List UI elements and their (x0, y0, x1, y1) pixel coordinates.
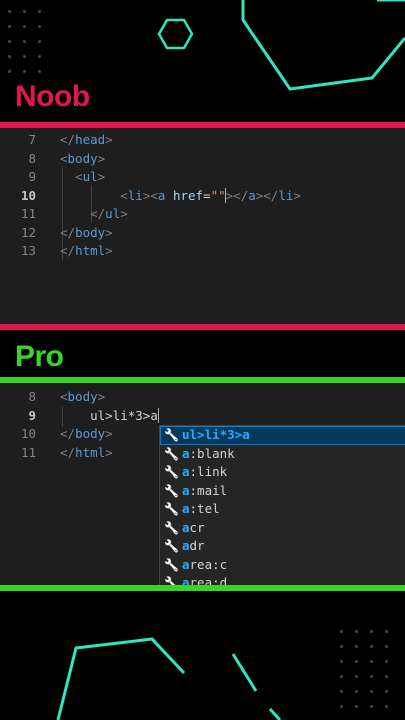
line-number: 11 (20, 206, 36, 221)
decorative-dot (355, 675, 358, 678)
decorative-dot (8, 40, 11, 43)
decorative-dot (23, 25, 26, 28)
suggestion-rest: :mail (189, 482, 228, 498)
suggestion-rest: :blank (189, 445, 235, 461)
decorative-dot (340, 630, 343, 633)
wrench-icon: 🔧 (164, 502, 179, 516)
decorative-dot (38, 40, 41, 43)
suggestion-match: a (182, 445, 190, 461)
decorative-dot (8, 10, 11, 13)
decorative-dot (355, 630, 358, 633)
decorative-dot (38, 55, 41, 58)
decorative-dot (8, 70, 11, 73)
code-line-current: <li><a href=""></a></li> (120, 187, 301, 203)
suggestion-list[interactable]: 🔧 ul>li*3>a 🔧 a:blank 🔧 a:link 🔧 a:mail 🔧 a:tel 🔧 a… (159, 425, 405, 587)
line-number: 10 (20, 426, 36, 441)
wrench-icon: 🔧 (164, 465, 179, 479)
line-number: 10 (20, 187, 36, 203)
suggestion-match: a (182, 519, 190, 535)
wrench-icon: 🔧 (164, 557, 179, 572)
line-number: 9 (28, 407, 36, 423)
decorative-dot (340, 660, 343, 663)
code-line: </body> (60, 224, 113, 240)
decorative-dot (370, 705, 373, 708)
wrench-icon: 🔧 (164, 428, 179, 442)
line-number: 8 (28, 150, 36, 166)
code-line: </head> (60, 132, 113, 147)
code-line: </ul> (90, 206, 128, 221)
suggestion-item[interactable]: 🔧 adr (160, 537, 405, 556)
noob-bottom-bar (0, 324, 405, 330)
suggestion-match: a (182, 482, 190, 498)
decorative-dot (38, 25, 41, 28)
decorative-dot (385, 705, 388, 708)
suggestion-item[interactable]: 🔧 area:c (160, 556, 405, 575)
suggestion-item[interactable]: 🔧 a:link (160, 463, 405, 482)
decorative-dot (370, 630, 373, 633)
line-number: 9 (28, 169, 36, 184)
suggestion-item[interactable]: 🔧 a:mail (160, 482, 405, 501)
noob-editor[interactable]: 7 8 9 10 11 12 13 </head> <body> <ul> <li><a h… (0, 128, 405, 324)
suggestion-rest: rea:c (189, 556, 228, 572)
decorative-dot (340, 690, 343, 693)
code-line: </html> (60, 243, 113, 258)
decorative-dot (355, 705, 358, 708)
code-line: <body> (60, 150, 106, 166)
line-number: 13 (20, 243, 36, 258)
line-number: 7 (28, 132, 36, 147)
line-number: 8 (28, 389, 36, 404)
noob-label: Noob (15, 80, 90, 113)
code-line: <body> (60, 389, 106, 404)
wrench-icon: 🔧 (164, 483, 179, 498)
suggestion-item[interactable]: 🔧 a:blank (160, 445, 405, 464)
decorative-hexagon-bottom (56, 637, 282, 720)
decorative-dot (23, 70, 26, 73)
decorative-dot (385, 675, 388, 678)
decorative-dot (370, 675, 373, 678)
decorative-dot (38, 10, 41, 13)
suggestion-match: a (182, 538, 190, 553)
wrench-icon: 🔧 (164, 520, 179, 535)
decorative-dot (340, 705, 343, 708)
typed-abbreviation: ul>li*3>a (90, 407, 158, 423)
suggestion-rest: :tel (189, 501, 220, 516)
decorative-dot (370, 645, 373, 648)
suggestion-match: a (182, 556, 190, 572)
suggestion-item[interactable]: 🔧 ul>li*3>a (160, 426, 405, 445)
code-line-current: ul>li*3>a (60, 407, 159, 423)
code-line: </body> (60, 426, 113, 441)
decorative-dot (385, 645, 388, 648)
decorative-dot (385, 660, 388, 663)
decorative-dot (38, 70, 41, 73)
decorative-dot (370, 660, 373, 663)
suggestion-item[interactable]: 🔧 acr (160, 519, 405, 538)
suggestion-match: a (182, 501, 190, 516)
pro-label: Pro (15, 340, 64, 373)
suggestion-match: a (182, 464, 190, 479)
decorative-dot (355, 690, 358, 693)
decorative-dot (370, 690, 373, 693)
wrench-icon: 🔧 (164, 446, 179, 461)
suggestion-rest: cr (189, 519, 205, 535)
decorative-dot (340, 675, 343, 678)
decorative-dot (8, 55, 11, 58)
code-line: <ul> (75, 169, 106, 184)
decorative-dot (23, 55, 26, 58)
decorative-dot (8, 25, 11, 28)
suggestion-rest: dr (189, 538, 205, 553)
decorative-dot (355, 660, 358, 663)
decorative-dot (355, 645, 358, 648)
suggestion-match: ul>li*3>a (182, 427, 250, 442)
line-number: 12 (20, 224, 36, 240)
decorative-dot (385, 690, 388, 693)
decorative-dot (340, 645, 343, 648)
decorative-dot (23, 40, 26, 43)
suggestion-item[interactable]: 🔧 a:tel (160, 500, 405, 519)
suggestion-rest: :link (189, 464, 228, 479)
line-number: 11 (20, 444, 36, 460)
code-line: </html> (60, 444, 113, 460)
decorative-dot (385, 630, 388, 633)
decorative-dot (23, 10, 26, 13)
wrench-icon: 🔧 (164, 539, 179, 553)
